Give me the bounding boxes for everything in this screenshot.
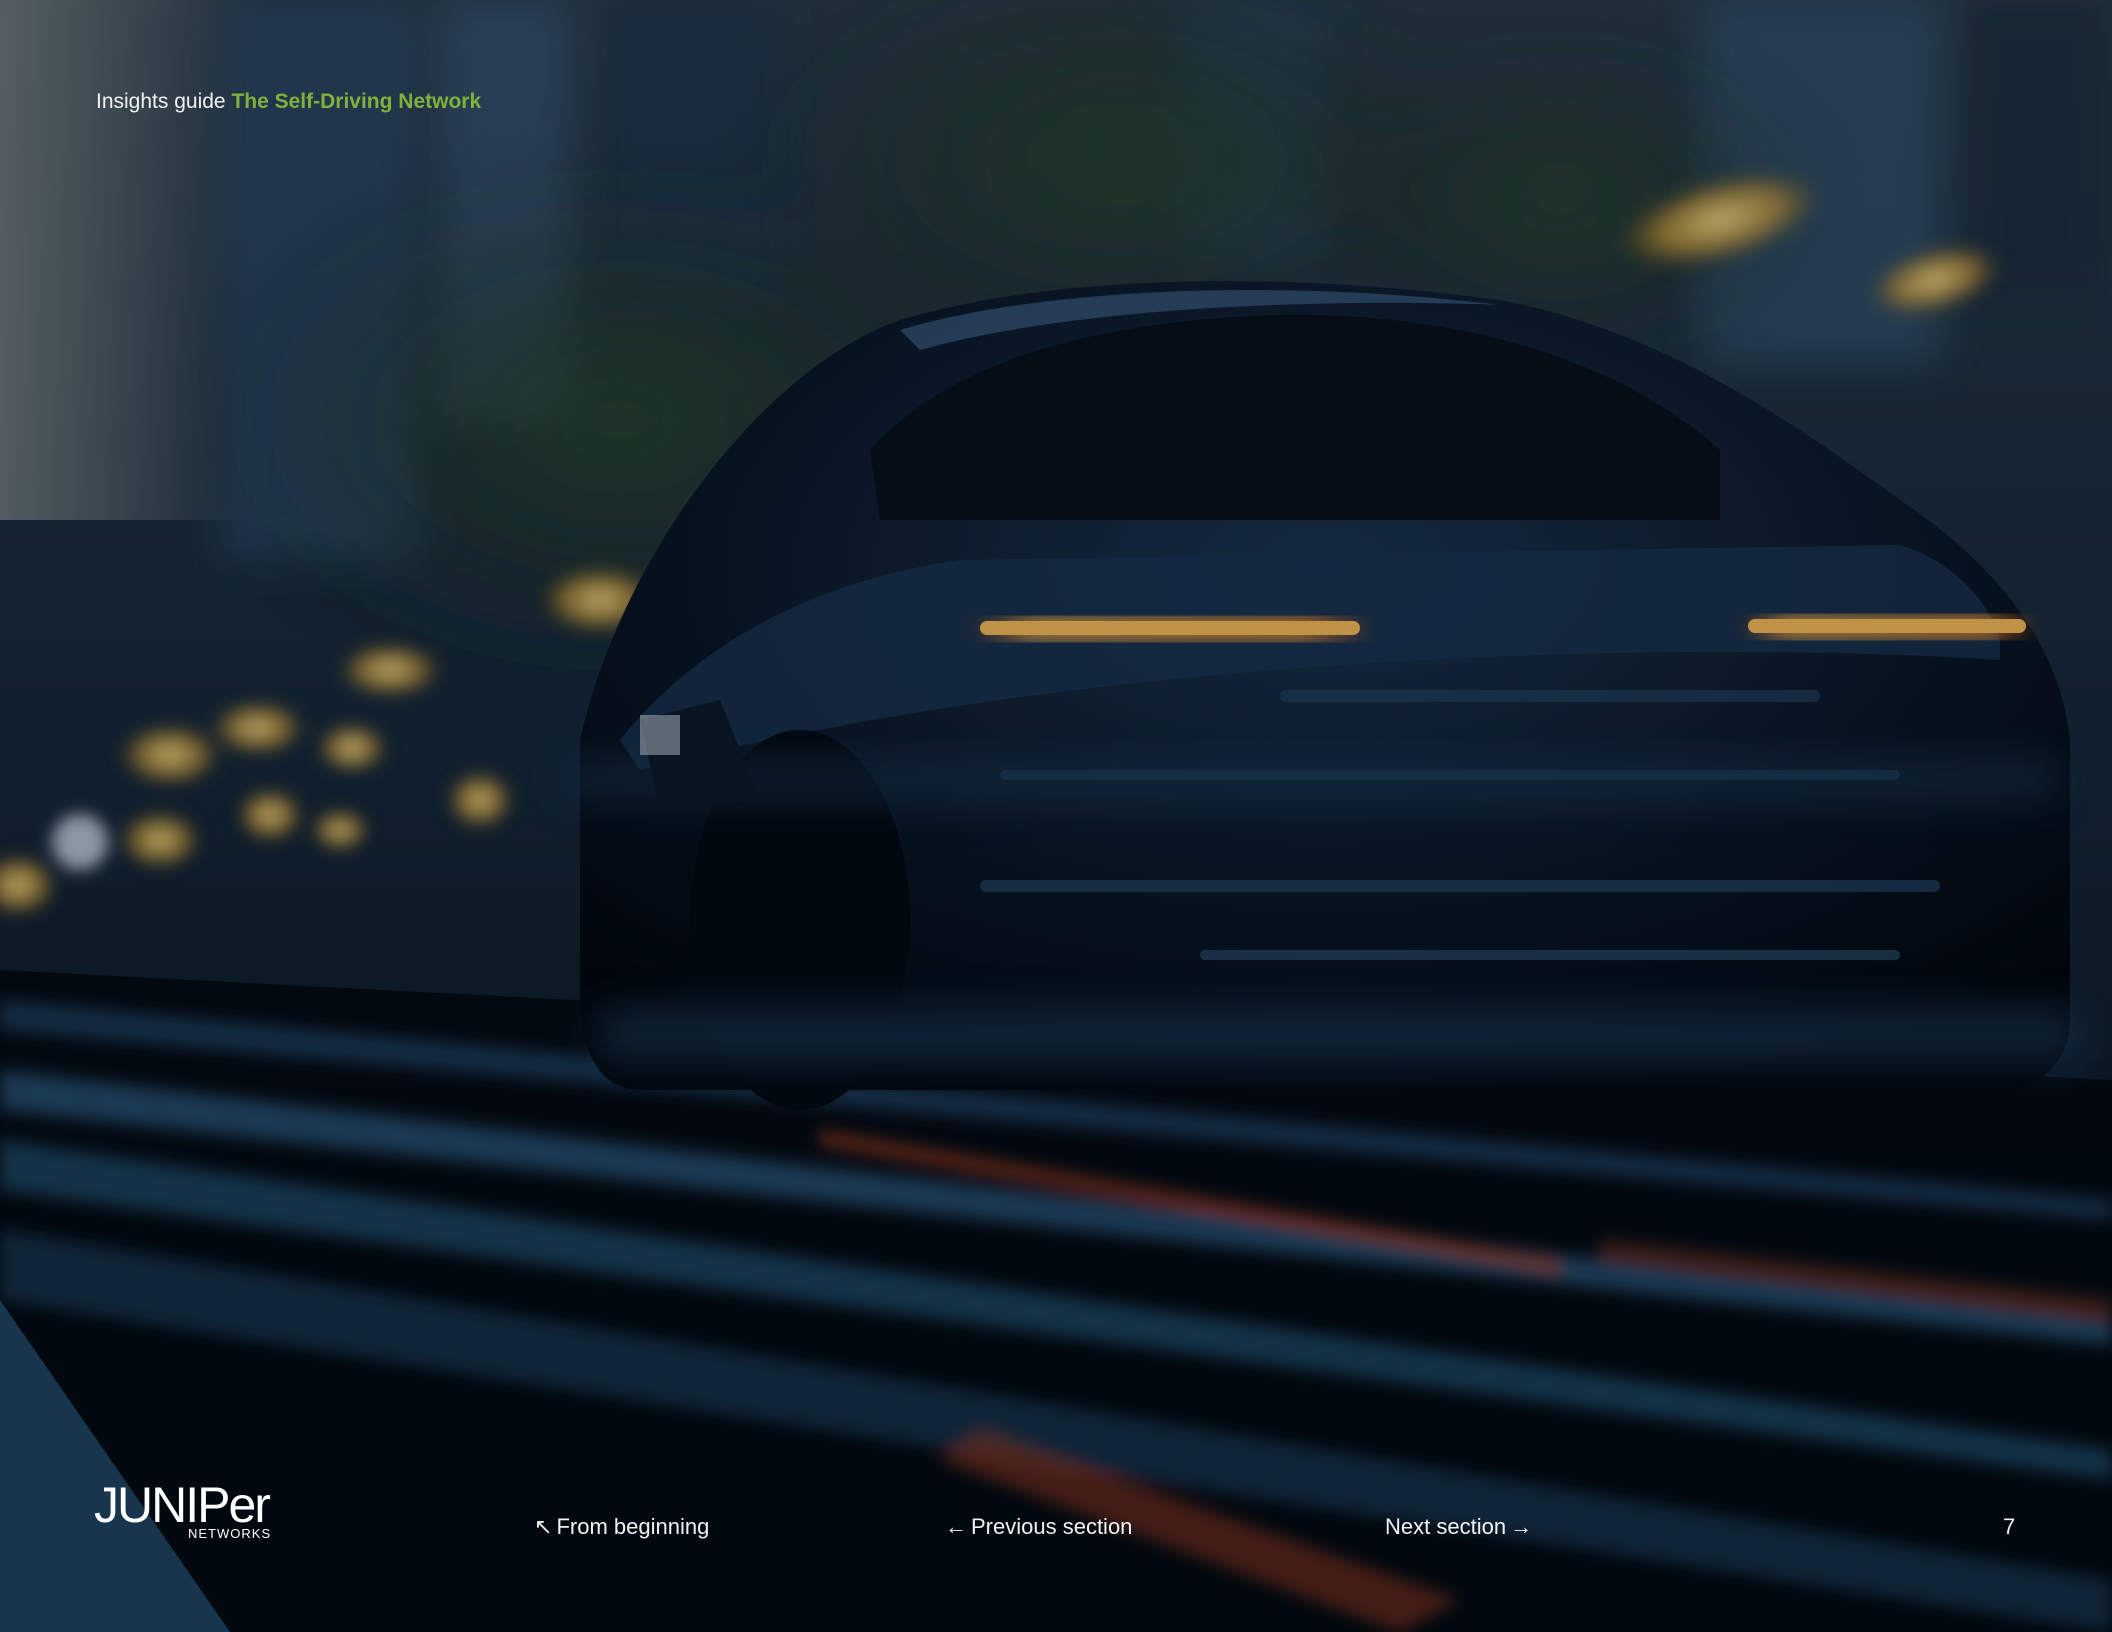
page-header: Insights guide The Self-Driving Network	[96, 90, 481, 114]
guide-title: The Self-Driving Network	[231, 90, 482, 113]
juniper-logo: JUNIPer NETWORKS	[94, 1477, 294, 1542]
arrow-up-left-icon: ↖	[534, 1514, 553, 1539]
next-section-link[interactable]: Next section →	[1385, 1514, 1536, 1540]
arrow-right-icon: →	[1510, 1514, 1533, 1539]
previous-section-label: Previous section	[971, 1514, 1133, 1539]
guide-label: Insights guide	[96, 90, 226, 113]
from-beginning-link[interactable]: ↖ From beginning	[530, 1514, 709, 1540]
background-car-photo	[0, 0, 2112, 1632]
page-number: 7	[2003, 1514, 2016, 1539]
from-beginning-label: From beginning	[556, 1514, 710, 1539]
logo-sub: NETWORKS	[188, 1526, 271, 1541]
next-section-label: Next section	[1385, 1514, 1507, 1539]
previous-section-link[interactable]: ← Previous section	[941, 1514, 1132, 1540]
arrow-left-icon: ←	[945, 1514, 967, 1539]
